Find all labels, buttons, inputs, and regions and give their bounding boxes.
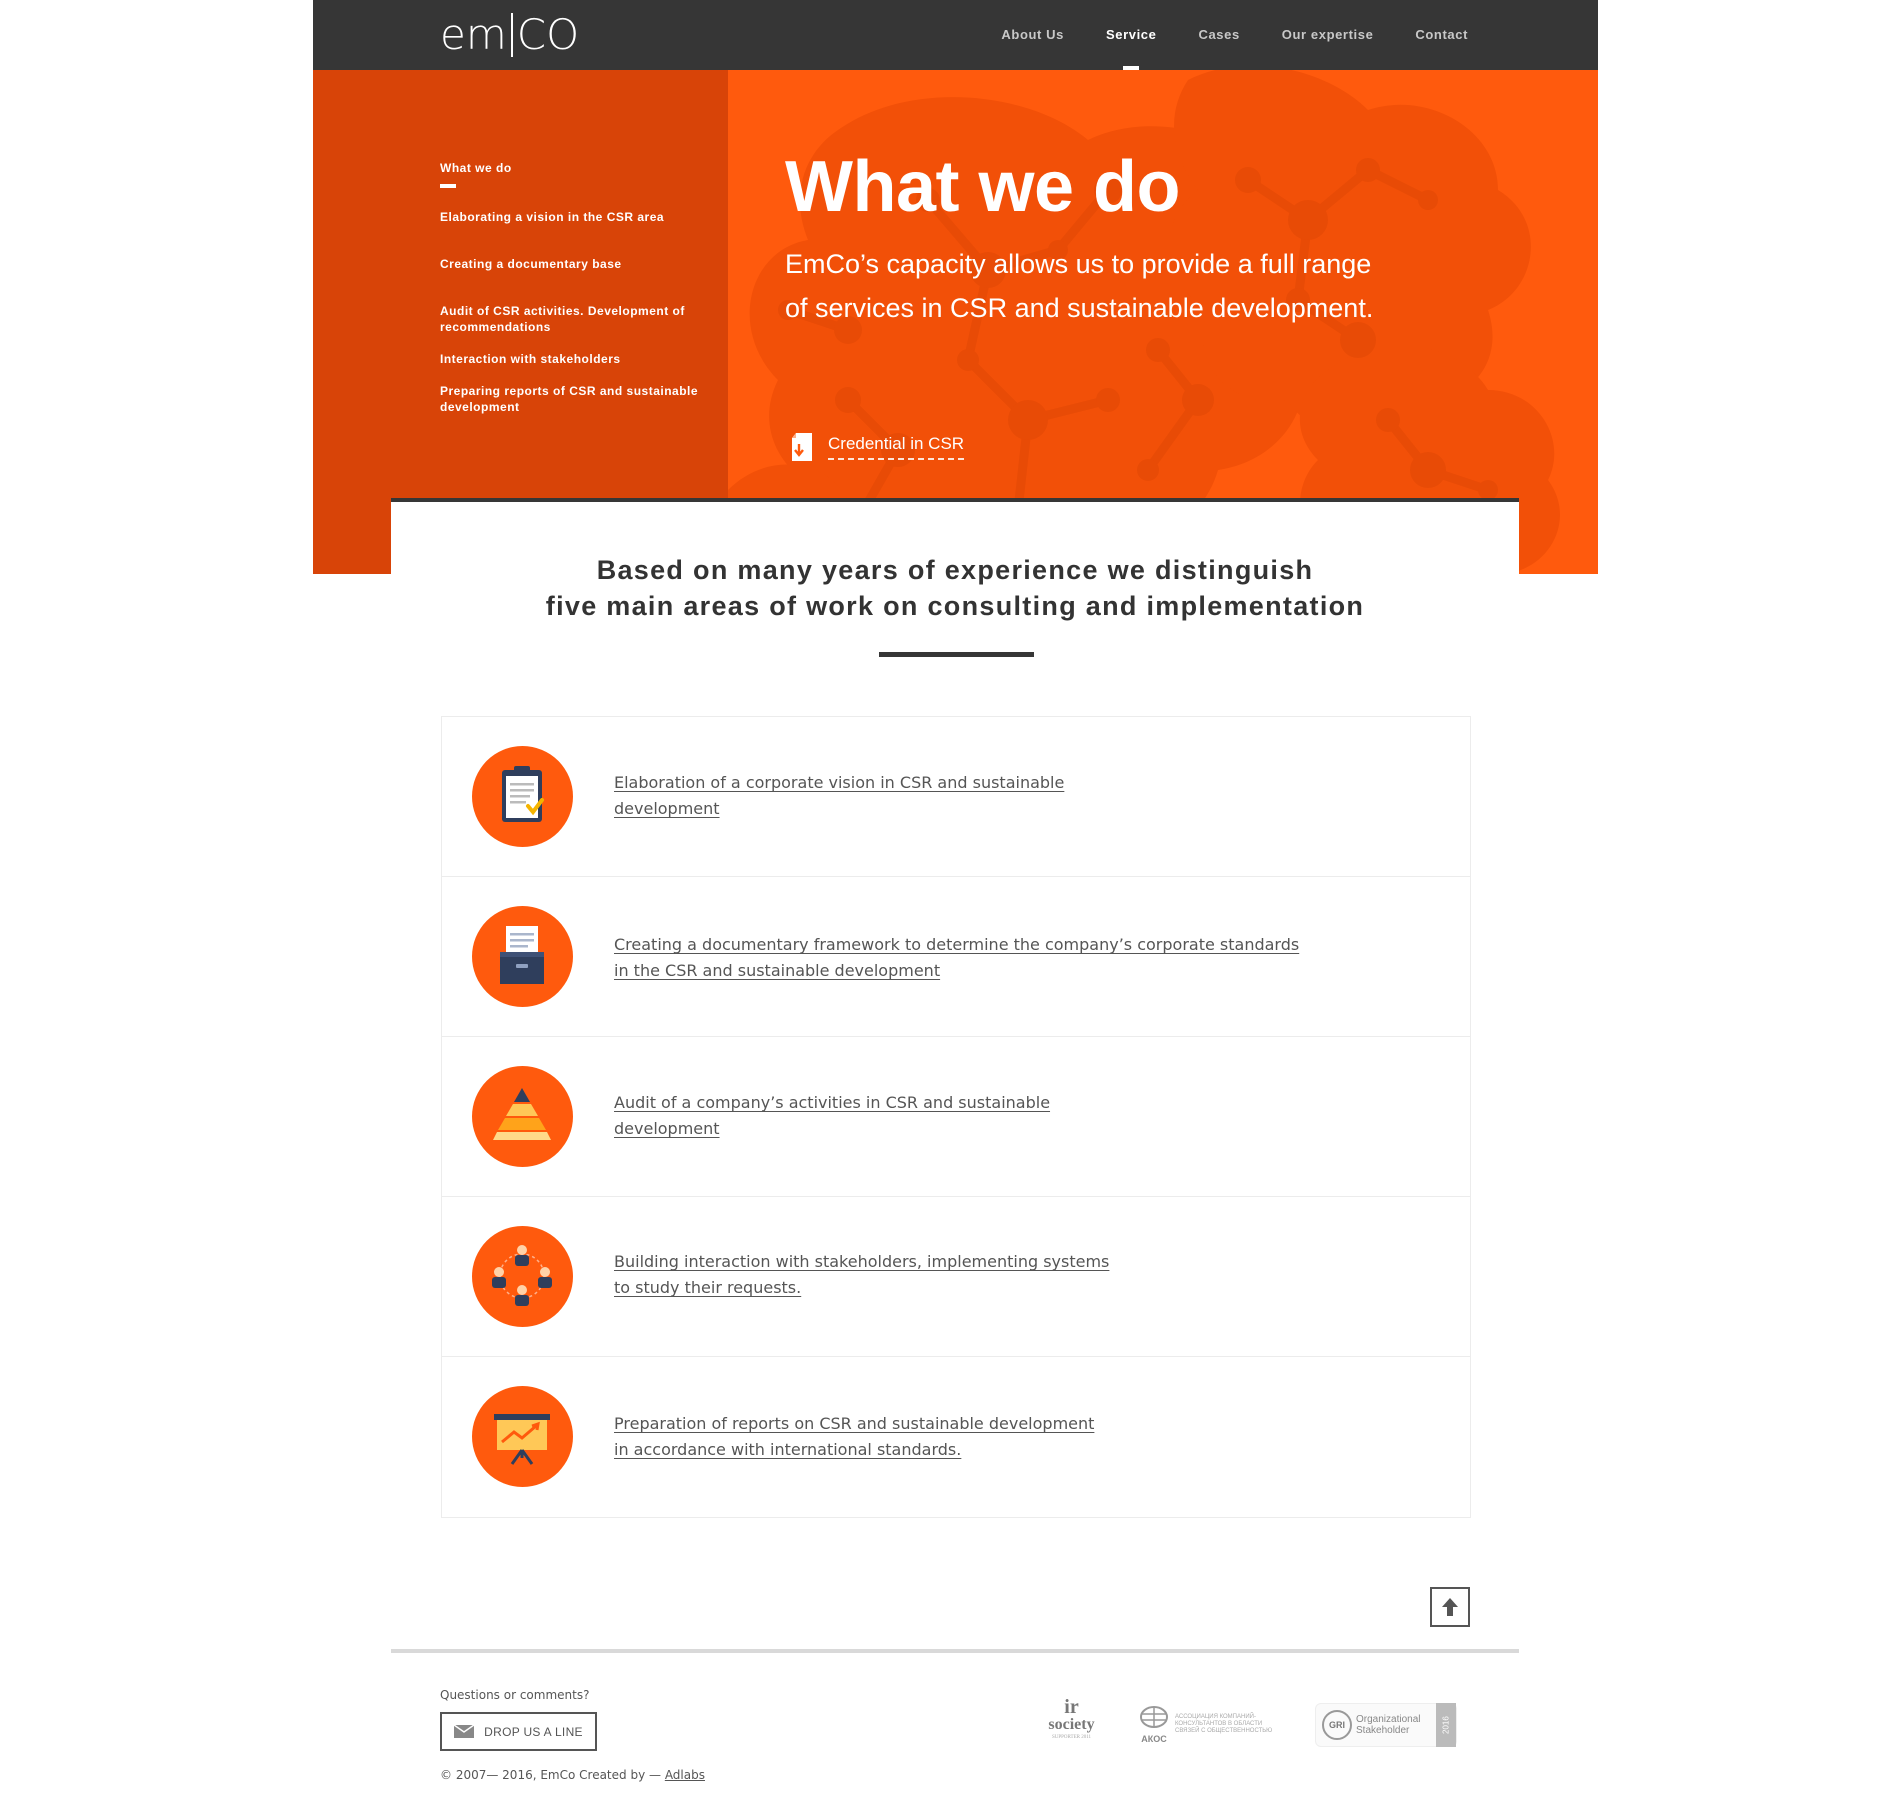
- top-bar: em CO About Us Service Cases Our expertis…: [313, 0, 1598, 70]
- ir-society-logo-mark: ir: [1064, 1696, 1079, 1718]
- creator-link[interactable]: Adlabs: [665, 1768, 705, 1782]
- area-link-vision-line-2: development: [614, 799, 720, 818]
- logo[interactable]: em CO: [440, 12, 579, 58]
- hero-description: EmCo’s capacity allows us to provide a f…: [785, 249, 1374, 323]
- gri-text: Organizational Stakeholder: [1356, 1713, 1421, 1736]
- areas-list: Elaboration of a corporate vision in CSR…: [441, 716, 1471, 1518]
- area-link-reports-line-2: in accordance with international standar…: [614, 1440, 962, 1459]
- area-link-stakeholders-line-2: to study their requests.: [614, 1278, 802, 1297]
- copyright-text: © 2007— 2016, EmCo Created by —: [440, 1768, 661, 1782]
- footer-divider: [391, 1649, 1519, 1653]
- logo-left: em: [440, 10, 507, 59]
- area-link-audit-line-2: development: [614, 1119, 720, 1138]
- akos-logo[interactable]: АКОС АССОЦИАЦИЯ КОМПАНИЙ-КОНСУЛЬТАНТОВ В…: [1139, 1705, 1275, 1744]
- subnav-stakeholders[interactable]: Interaction with stakeholders: [440, 351, 710, 367]
- ir-society-logo-tag: SUPPORTER 2011: [1051, 1735, 1092, 1740]
- intro-line-1: Based on many years of experience we dis…: [596, 555, 1314, 585]
- area-link-vision[interactable]: Elaboration of a corporate vision in CSR…: [614, 770, 1174, 822]
- partner-logos: ir society SUPPORTER 2011 АКОС АССОЦИАЦИ…: [1044, 1697, 1457, 1752]
- subnav-elaborating-vision[interactable]: Elaborating a vision in the CSR area: [440, 209, 710, 225]
- globe-icon: [1140, 1706, 1168, 1728]
- subnav-what-we-do[interactable]: What we do: [440, 160, 710, 188]
- area-link-documentary-line-1: Creating a documentary framework to dete…: [614, 935, 1300, 954]
- back-to-top-button[interactable]: [1430, 1587, 1470, 1627]
- list-item: Preparation of reports on CSR and sustai…: [442, 1357, 1470, 1517]
- presentation-board-icon: [472, 1386, 573, 1487]
- area-link-documentary[interactable]: Creating a documentary framework to dete…: [614, 932, 1314, 984]
- page: em CO About Us Service Cases Our expertis…: [313, 0, 1598, 1817]
- download-document-icon: [792, 433, 812, 461]
- nav-cases[interactable]: Cases: [1198, 0, 1239, 70]
- document-box-icon: [472, 906, 573, 1007]
- people-network-icon: [472, 1226, 573, 1327]
- envelope-icon: [454, 1725, 475, 1738]
- area-link-audit[interactable]: Audit of a company’s activities in CSR a…: [614, 1090, 1174, 1142]
- list-item: Elaboration of a corporate vision in CSR…: [442, 717, 1470, 877]
- area-link-audit-line-1: Audit of a company’s activities in CSR a…: [614, 1093, 1051, 1112]
- questions-text: Questions or comments?: [440, 1688, 590, 1702]
- area-link-vision-line-1: Elaboration of a corporate vision in CSR…: [614, 773, 1065, 792]
- area-link-reports-line-1: Preparation of reports on CSR and sustai…: [614, 1414, 1095, 1433]
- list-item: Creating a documentary framework to dete…: [442, 877, 1470, 1037]
- akos-short: АКОС: [1141, 1734, 1167, 1744]
- gri-mark: GRI: [1322, 1709, 1352, 1740]
- intro-heading: Based on many years of experience we dis…: [391, 552, 1519, 624]
- nav-contact[interactable]: Contact: [1415, 0, 1468, 70]
- copyright: © 2007— 2016, EmCo Created by — Adlabs: [440, 1768, 705, 1782]
- page-title: What we do: [785, 147, 1180, 227]
- drop-us-a-line-button[interactable]: DROP US A LINE: [440, 1712, 597, 1751]
- service-subnav: What we do Elaborating a vision in the C…: [440, 160, 710, 415]
- clipboard-icon: [472, 746, 573, 847]
- nav-about-us[interactable]: About Us: [1001, 0, 1064, 70]
- logo-right: CO: [516, 10, 580, 59]
- nav-service[interactable]: Service: [1106, 0, 1156, 70]
- ir-society-logo-name: society: [1048, 1716, 1095, 1733]
- subnav-documentary-base[interactable]: Creating a documentary base: [440, 256, 710, 272]
- nav-our-expertise[interactable]: Our expertise: [1282, 0, 1374, 70]
- content-card: Based on many years of experience we dis…: [391, 498, 1519, 1658]
- ir-society-logo[interactable]: ir society SUPPORTER 2011: [1044, 1697, 1099, 1752]
- gri-logo[interactable]: GRI Organizational Stakeholder 2016: [1315, 1702, 1457, 1747]
- area-link-reports[interactable]: Preparation of reports on CSR and sustai…: [614, 1411, 1174, 1463]
- list-item: Audit of a company’s activities in CSR a…: [442, 1037, 1470, 1197]
- akos-mark: АКОС: [1139, 1705, 1169, 1744]
- area-link-documentary-line-2: in the CSR and sustainable development: [614, 961, 941, 980]
- list-item: Building interaction with stakeholders, …: [442, 1197, 1470, 1357]
- akos-text: АССОЦИАЦИЯ КОМПАНИЙ-КОНСУЛЬТАНТОВ В ОБЛА…: [1175, 1714, 1273, 1734]
- credential-link[interactable]: Credential in CSR: [828, 434, 965, 460]
- pyramid-icon: [472, 1066, 573, 1167]
- credential-block: Credential in CSR: [790, 432, 965, 462]
- main-nav: About Us Service Cases Our expertise Con…: [1001, 0, 1468, 70]
- area-link-stakeholders-line-1: Building interaction with stakeholders, …: [614, 1252, 1110, 1271]
- drop-us-a-line-label: DROP US A LINE: [484, 1724, 583, 1739]
- logo-divider: [510, 13, 513, 57]
- intro-line-2: five main areas of work on consulting an…: [545, 591, 1365, 621]
- gri-year: 2016: [1436, 1702, 1456, 1747]
- subnav-reports[interactable]: Preparing reports of CSR and sustainable…: [440, 383, 710, 415]
- intro-divider: [879, 652, 1034, 657]
- subnav-audit[interactable]: Audit of CSR activities. Development of …: [440, 303, 710, 335]
- area-link-stakeholders[interactable]: Building interaction with stakeholders, …: [614, 1249, 1174, 1301]
- arrow-up-icon: [1442, 1598, 1458, 1616]
